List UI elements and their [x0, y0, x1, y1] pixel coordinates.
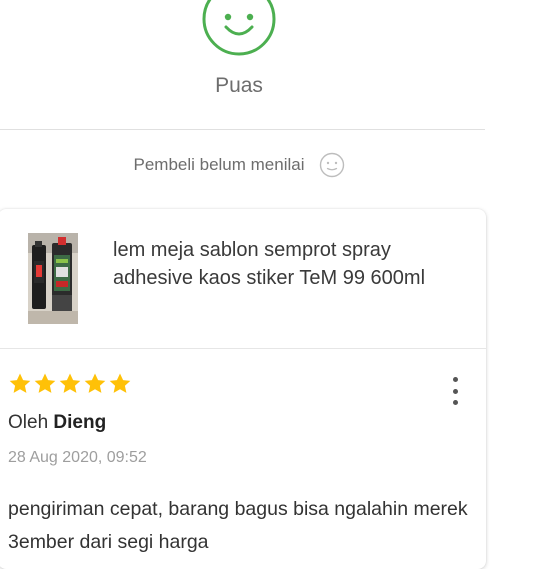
review-author: Oleh Dieng: [8, 412, 106, 434]
review-text: pengiriman cepat, barang bagus bisa ngal…: [8, 498, 468, 553]
star-icon: [9, 373, 31, 393]
star-icon: [84, 373, 106, 393]
star-icon: [109, 373, 131, 393]
author-name: Dieng: [53, 412, 107, 433]
neutral-face-icon: [319, 152, 345, 178]
seller-status-text: Pembeli belum menilai: [133, 155, 305, 174]
star-icon: [59, 373, 81, 393]
card-divider: [0, 348, 486, 349]
author-prefix: Oleh: [8, 412, 49, 433]
star-rating: [8, 372, 132, 396]
more-vertical-icon[interactable]: [447, 377, 463, 405]
spray-can-product-image[interactable]: [28, 233, 78, 324]
smile-face-icon: [201, 0, 277, 57]
review-timestamp: 28 Aug 2020, 09:52: [8, 449, 147, 466]
seller-rating-status: Pembeli belum menilai: [0, 152, 478, 178]
product-title[interactable]: lem meja sablon semprot spray adhesive k…: [113, 236, 473, 292]
star-icon: [34, 373, 56, 393]
divider: [0, 129, 485, 130]
rating-label: Puas: [215, 74, 263, 97]
